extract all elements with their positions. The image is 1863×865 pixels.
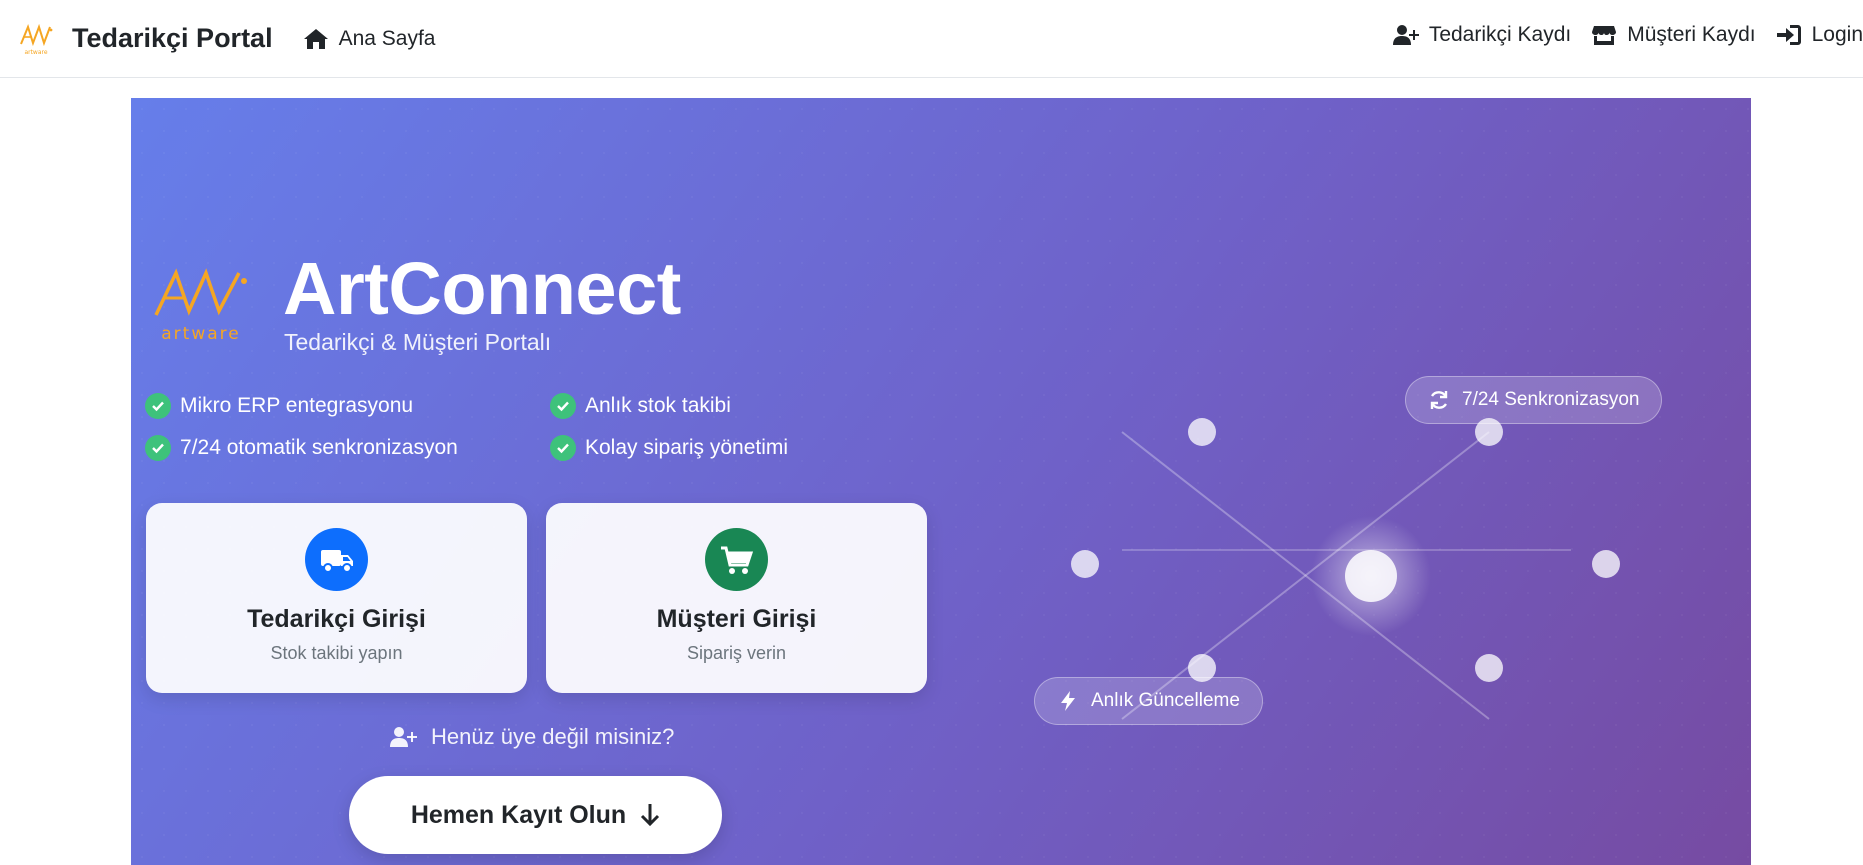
feature-item: Anlık stok takibi bbox=[550, 393, 731, 419]
user-plus-icon bbox=[390, 727, 417, 747]
artware-hero-logo-icon: artware bbox=[154, 268, 247, 343]
user-plus-icon bbox=[1392, 25, 1419, 45]
feature-label: Mikro ERP entegrasyonu bbox=[180, 394, 414, 417]
feature-label: Kolay sipariş yönetimi bbox=[585, 436, 789, 459]
nav-customer-register-link[interactable]: Müşteri Kaydı bbox=[1591, 23, 1756, 47]
live-update-badge: Anlık Güncelleme bbox=[1034, 677, 1263, 725]
truck-icon bbox=[320, 549, 353, 573]
register-prompt-label: Henüz üye değil misiniz? bbox=[431, 724, 675, 749]
nav-right-links: Tedarikçi Kaydı Müşteri Kaydı Login bbox=[1373, 0, 1863, 70]
hero-title: ArtConnect bbox=[283, 247, 681, 330]
feature-item: 7/24 otomatik senkronizasyon bbox=[145, 435, 458, 461]
feature-item: Mikro ERP entegrasyonu bbox=[145, 393, 413, 419]
customer-login-subtitle: Sipariş verin bbox=[686, 643, 787, 663]
hero-subtitle: Tedarikçi & Müşteri Portalı bbox=[284, 329, 552, 355]
sync-badge-label: 7/24 Senkronizasyon bbox=[1462, 389, 1640, 410]
check-circle-icon bbox=[550, 393, 576, 419]
top-navbar: artware Tedarikçi Portal Ana Sayfa Tedar… bbox=[0, 0, 1863, 78]
supplier-login-subtitle: Stok takibi yapın bbox=[270, 643, 403, 663]
store-icon bbox=[1592, 26, 1617, 45]
bolt-icon bbox=[1061, 691, 1075, 711]
nav-supplier-register-label: Tedarikçi Kaydı bbox=[1428, 23, 1572, 46]
customer-login-title: Müşteri Girişi bbox=[656, 605, 817, 633]
feature-label: Anlık stok takibi bbox=[585, 394, 731, 417]
arrow-down-icon bbox=[641, 804, 660, 827]
check-circle-icon bbox=[550, 435, 576, 461]
register-now-label: Hemen Kayıt Olun bbox=[410, 800, 627, 829]
hero-section: 7/24 Senkronizasyon Anlık Güncelleme art… bbox=[131, 98, 1751, 865]
live-update-badge-label: Anlık Güncelleme bbox=[1091, 690, 1240, 711]
sync-badge: 7/24 Senkronizasyon bbox=[1405, 376, 1663, 424]
nav-home-label: Ana Sayfa bbox=[338, 26, 436, 50]
customer-login-card[interactable]: Müşteri Girişi Sipariş verin bbox=[546, 503, 927, 693]
brand[interactable]: artware Tedarikçi Portal bbox=[18, 21, 273, 57]
supplier-login-card[interactable]: Tedarikçi Girişi Stok takibi yapın bbox=[146, 503, 527, 693]
hero-background-pattern bbox=[131, 98, 1751, 865]
nav-home-link[interactable]: Ana Sayfa bbox=[303, 26, 436, 51]
register-now-button[interactable]: Hemen Kayıt Olun bbox=[349, 776, 722, 854]
supplier-icon-circle bbox=[305, 528, 368, 591]
register-prompt: Henüz üye değil misiniz? bbox=[389, 724, 674, 750]
check-circle-icon bbox=[145, 435, 171, 461]
cart-icon bbox=[720, 546, 753, 574]
nav-login-label: Login bbox=[1811, 23, 1863, 46]
brand-title: Tedarikçi Portal bbox=[72, 23, 273, 53]
sync-icon bbox=[1430, 391, 1448, 409]
supplier-login-title: Tedarikçi Girişi bbox=[247, 605, 426, 633]
nav-login-link[interactable]: Login bbox=[1776, 23, 1863, 47]
hero-logo-text: artware bbox=[161, 324, 240, 343]
nav-customer-register-label: Müşteri Kaydı bbox=[1627, 23, 1756, 46]
sign-in-icon bbox=[1776, 25, 1801, 45]
feature-item: Kolay sipariş yönetimi bbox=[550, 435, 788, 461]
feature-label: 7/24 otomatik senkronizasyon bbox=[180, 436, 458, 459]
artware-logo-icon: artware bbox=[20, 23, 53, 56]
customer-icon-circle bbox=[705, 528, 768, 591]
check-circle-icon bbox=[145, 393, 171, 419]
nav-supplier-register-link[interactable]: Tedarikçi Kaydı bbox=[1392, 23, 1572, 47]
home-icon bbox=[303, 28, 328, 49]
brand-logo-text: artware bbox=[24, 49, 47, 56]
